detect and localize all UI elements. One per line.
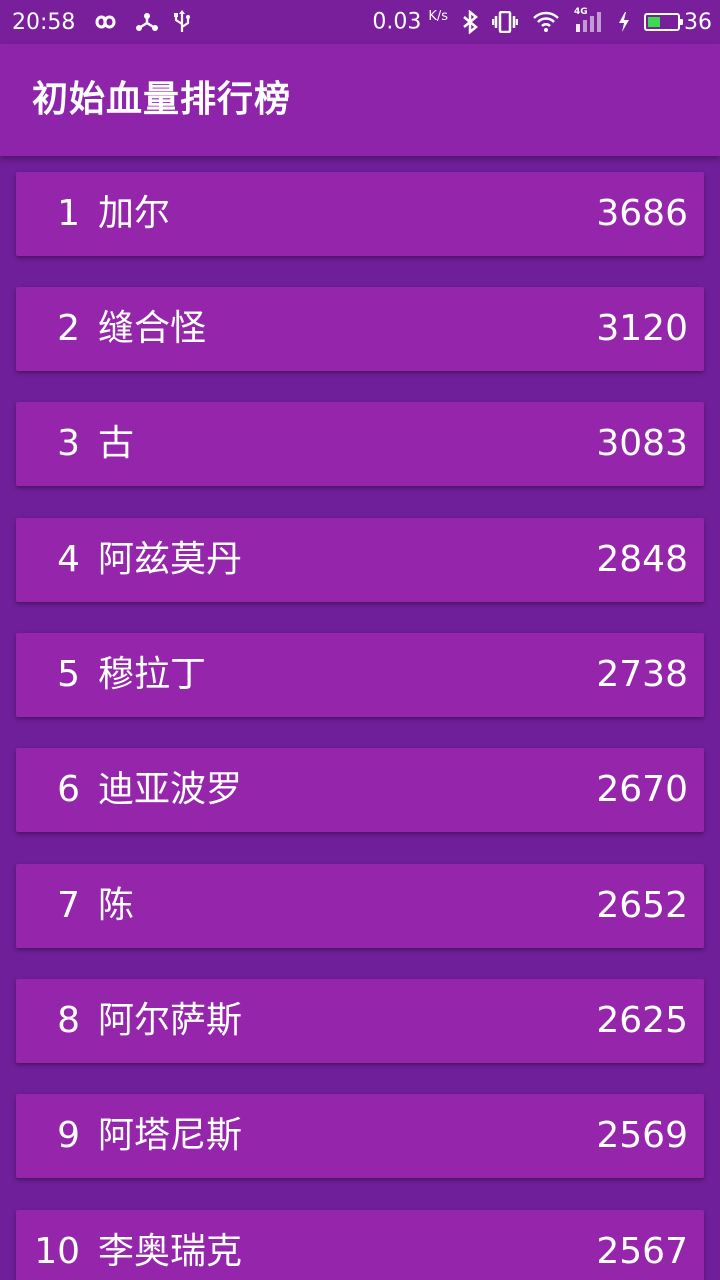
list-item[interactable]: 7 陈 2652 (16, 864, 704, 948)
list-item[interactable]: 8 阿尔萨斯 2625 (16, 979, 704, 1063)
status-left-group: 20:58 (12, 0, 191, 44)
hero-name: 阿兹莫丹 (98, 539, 243, 580)
rank-number: 5 (57, 654, 80, 695)
infinity-icon (89, 13, 121, 31)
hero-name: 阿塔尼斯 (98, 1115, 243, 1156)
hp-value: 2848 (596, 539, 688, 580)
list-item[interactable]: 3 古 3083 (16, 402, 704, 486)
hp-value: 2625 (596, 1000, 688, 1041)
rank-number: 8 (57, 1000, 80, 1041)
network-speed: 0.03 K/s (372, 9, 448, 34)
usb-network-icon (135, 11, 159, 33)
hp-value: 2569 (596, 1115, 688, 1156)
battery-fill (648, 17, 660, 27)
wifi-icon (532, 11, 560, 33)
rank-number: 10 (34, 1231, 80, 1272)
list-item[interactable]: 10 李奥瑞克 2567 (16, 1210, 704, 1280)
hero-name: 李奥瑞克 (98, 1231, 243, 1272)
list-item[interactable]: 4 阿兹莫丹 2848 (16, 518, 704, 602)
usb-icon (173, 10, 191, 34)
rank-number: 7 (57, 885, 80, 926)
hero-name: 缝合怪 (98, 308, 207, 349)
bluetooth-icon (462, 10, 478, 34)
battery-level: 36 (684, 9, 712, 35)
hp-value: 2567 (596, 1231, 688, 1272)
hero-name: 加尔 (98, 193, 171, 234)
battery-tip (680, 19, 683, 25)
network-speed-unit: K/s (428, 9, 448, 25)
signal-network-type: 4G (574, 7, 588, 17)
hp-value: 3120 (596, 308, 688, 349)
rank-number: 3 (57, 423, 80, 464)
rank-number: 2 (57, 308, 80, 349)
rank-number: 9 (57, 1115, 80, 1156)
hp-value: 2652 (596, 885, 688, 926)
list-item[interactable]: 5 穆拉丁 2738 (16, 633, 704, 717)
vibrate-icon (492, 11, 518, 33)
rank-number: 1 (57, 193, 80, 234)
hp-value: 3686 (596, 193, 688, 234)
hero-name: 陈 (98, 885, 135, 926)
status-right-group: 0.03 K/s 4G 36 (372, 0, 712, 44)
hp-value: 2738 (596, 654, 688, 695)
rank-number: 4 (57, 539, 80, 580)
list-item[interactable]: 6 迪亚波罗 2670 (16, 748, 704, 832)
hero-name: 古 (98, 423, 135, 464)
network-speed-value: 0.03 (372, 9, 422, 35)
clock-time: 20:58 (12, 9, 76, 35)
rank-number: 6 (57, 769, 80, 810)
signal-icon: 4G (574, 7, 604, 34)
list-item[interactable]: 2 缝合怪 3120 (16, 287, 704, 371)
battery-indicator: 36 (644, 10, 712, 35)
charging-icon (618, 12, 630, 32)
list-item[interactable]: 1 加尔 3686 (16, 172, 704, 256)
hero-name: 穆拉丁 (98, 654, 207, 695)
hp-value: 3083 (596, 423, 688, 464)
ranking-list: 1 加尔 3686 2 缝合怪 3120 3 古 3083 4 阿兹莫丹 284… (0, 156, 720, 1280)
status-bar: 20:58 0.03 K/s 4G 36 (0, 0, 720, 44)
list-item[interactable]: 9 阿塔尼斯 2569 (16, 1094, 704, 1178)
hero-name: 迪亚波罗 (98, 769, 243, 810)
page-title: 初始血量排行榜 (32, 79, 292, 120)
hero-name: 阿尔萨斯 (98, 1000, 243, 1041)
app-bar: 初始血量排行榜 (0, 44, 720, 156)
battery-icon (644, 13, 683, 31)
hp-value: 2670 (596, 769, 688, 810)
